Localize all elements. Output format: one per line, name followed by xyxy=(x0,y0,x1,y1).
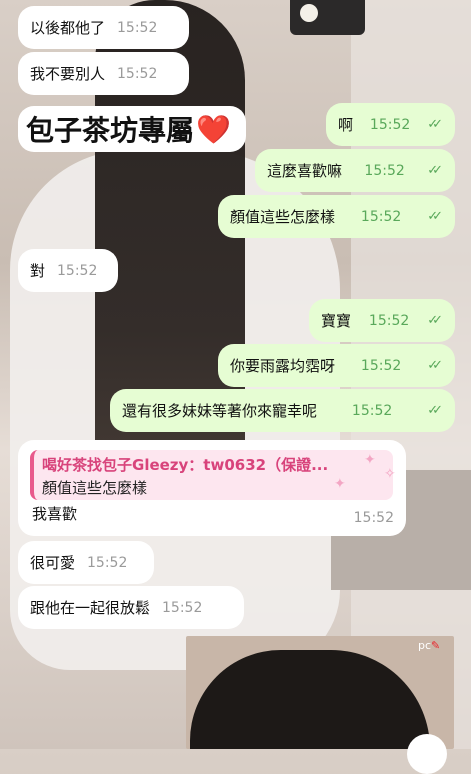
message-outgoing[interactable]: 啊 15:52 ✓✓ xyxy=(326,103,455,146)
message-text: 包子茶坊專屬 xyxy=(26,114,195,147)
message-incoming[interactable]: 跟他在一起很放鬆 15:52 xyxy=(18,586,244,629)
message-time: 15:52 xyxy=(117,19,158,36)
message-outgoing[interactable]: 寶寶 15:52 ✓✓ xyxy=(309,299,455,342)
message-text: 你要雨露均霑呀 xyxy=(230,357,336,375)
message-time: 15:52 xyxy=(368,312,410,329)
message-time: 15:52 xyxy=(353,510,394,526)
message-outgoing[interactable]: 還有很多妹妹等著你來寵幸呢 15:52 ✓✓ xyxy=(110,389,455,432)
message-text: 我喜歡 xyxy=(32,505,78,523)
message-outgoing[interactable]: 你要雨露均霑呀 15:52 ✓✓ xyxy=(218,344,455,387)
message-incoming[interactable]: 我不要別人 15:52 xyxy=(18,52,189,95)
quoted-message[interactable]: 喝好茶找包子Gleezy：tw0632（保證... 顏值這些怎麼樣 ✦ ✧ ✦ xyxy=(30,450,396,500)
message-text: 寶寶 xyxy=(321,312,352,330)
scroll-down-button[interactable] xyxy=(407,734,447,774)
message-time: 15:52 xyxy=(360,357,402,374)
message-time: 15:52 xyxy=(364,162,405,179)
message-text: 這麼喜歡嘛 xyxy=(267,162,343,180)
message-time: 15:52 xyxy=(87,554,128,571)
double-check-icon: ✓✓ xyxy=(427,313,443,328)
double-check-icon: ✓✓ xyxy=(427,209,443,224)
message-outgoing[interactable]: 這麼喜歡嘛 15:52 ✓✓ xyxy=(255,149,455,192)
media-badge: pc✎ xyxy=(418,639,441,652)
sparkle-icon: ✦ xyxy=(364,452,376,468)
sparkle-icon: ✦ xyxy=(334,476,346,492)
double-check-icon: ✓✓ xyxy=(427,117,443,132)
message-text: 顏值這些怎麼樣 xyxy=(230,208,336,226)
message-incoming[interactable]: 包子茶坊專屬 ❤️ xyxy=(18,106,246,152)
message-time: 15:52 xyxy=(117,65,158,82)
double-check-icon: ✓✓ xyxy=(427,163,443,178)
message-text: 跟他在一起很放鬆 xyxy=(30,599,151,617)
message-incoming[interactable]: 很可愛 15:52 xyxy=(18,541,154,584)
message-text: 啊 xyxy=(338,116,354,134)
message-time: 15:52 xyxy=(360,208,402,225)
message-incoming-reply[interactable]: 喝好茶找包子Gleezy：tw0632（保證... 顏值這些怎麼樣 ✦ ✧ ✦ … xyxy=(18,440,406,536)
quoted-author: 喝好茶找包子Gleezy：tw0632（保證... xyxy=(42,456,329,474)
background-lamp-light xyxy=(300,4,318,22)
message-time: 15:52 xyxy=(57,262,98,279)
sparkle-icon: ✧ xyxy=(384,466,396,482)
message-text: 以後都他了 xyxy=(30,19,106,37)
double-check-icon: ✓✓ xyxy=(427,403,443,418)
message-text: 我不要別人 xyxy=(30,65,106,83)
message-time: 15:52 xyxy=(162,599,203,616)
message-incoming[interactable]: 對 15:52 xyxy=(18,249,118,292)
message-time: 15:52 xyxy=(351,402,393,419)
message-incoming[interactable]: 以後都他了 15:52 xyxy=(18,6,189,49)
message-time: 15:52 xyxy=(369,116,411,133)
message-outgoing[interactable]: 顏值這些怎麼樣 15:52 ✓✓ xyxy=(218,195,455,238)
message-text: 對 xyxy=(30,262,46,280)
message-text: 還有很多妹妹等著你來寵幸呢 xyxy=(122,402,318,420)
heart-emoji-icon: ❤️ xyxy=(196,112,231,146)
double-check-icon: ✓✓ xyxy=(427,358,443,373)
message-text: 很可愛 xyxy=(30,554,76,572)
